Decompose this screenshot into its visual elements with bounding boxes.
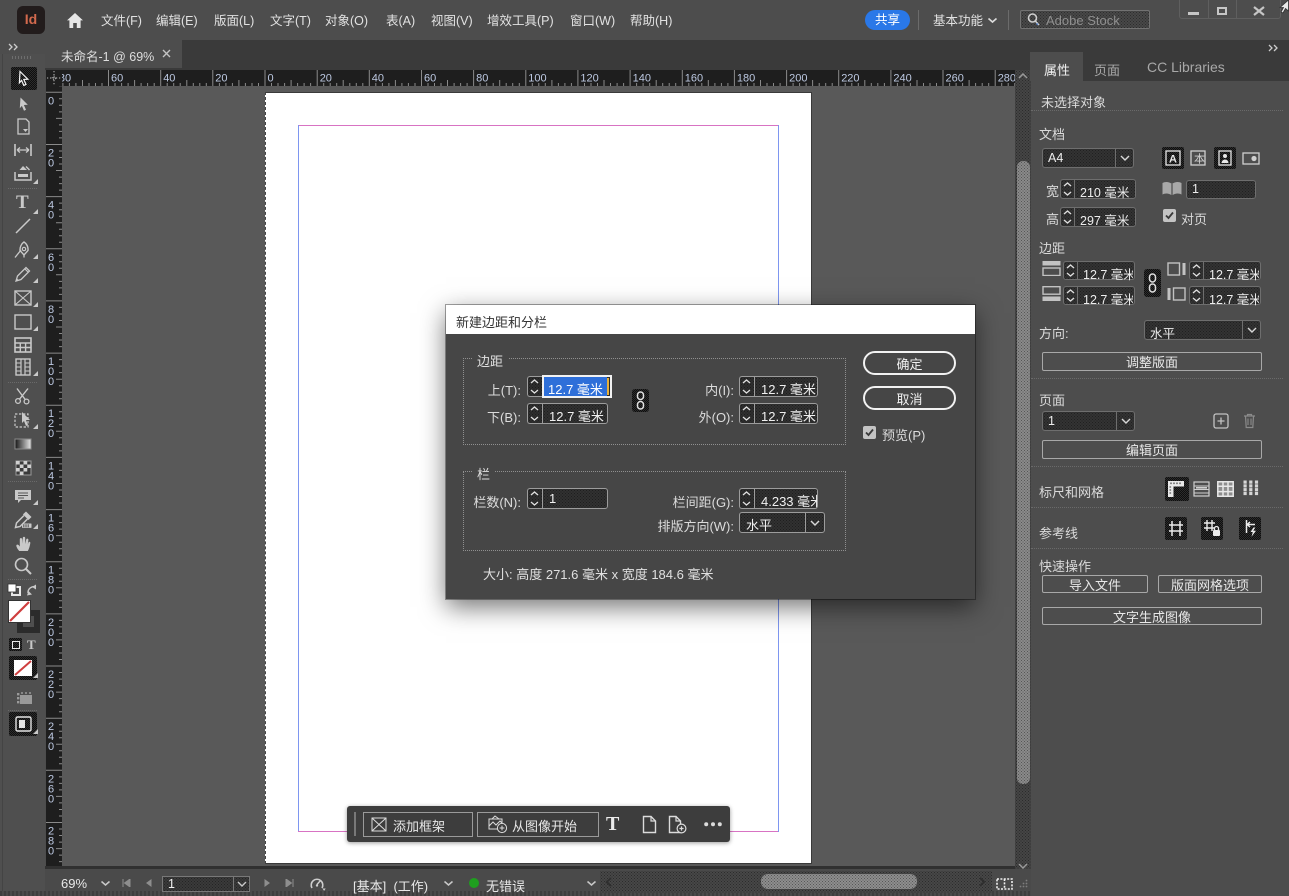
svg-text:0: 0 <box>48 262 54 274</box>
svg-text:60: 60 <box>111 73 123 85</box>
svg-text:40: 40 <box>372 73 384 85</box>
svg-text:0: 0 <box>48 480 54 492</box>
svg-text:0: 0 <box>48 158 54 170</box>
svg-text:60: 60 <box>424 73 436 85</box>
svg-text:160: 160 <box>685 73 703 85</box>
svg-text:20: 20 <box>215 73 227 85</box>
svg-text:0: 0 <box>48 533 54 545</box>
svg-text:本: 本 <box>1194 152 1205 166</box>
svg-text:200: 200 <box>789 73 807 85</box>
svg-text:80: 80 <box>62 73 71 85</box>
svg-text:0: 0 <box>48 689 54 701</box>
svg-text:100: 100 <box>528 73 546 85</box>
svg-text:0: 0 <box>48 741 54 753</box>
svg-text:140: 140 <box>633 73 651 85</box>
svg-text:A: A <box>1169 154 1177 166</box>
svg-text:40: 40 <box>163 73 175 85</box>
svg-text:0: 0 <box>48 637 54 649</box>
svg-text:120: 120 <box>580 73 598 85</box>
svg-text:0: 0 <box>48 95 54 107</box>
svg-text:0: 0 <box>48 210 54 222</box>
svg-text:280: 280 <box>998 73 1015 85</box>
svg-text:0: 0 <box>48 585 54 597</box>
svg-text:20: 20 <box>320 73 332 85</box>
svg-text:180: 180 <box>737 73 755 85</box>
svg-text:220: 220 <box>841 73 859 85</box>
svg-text:0: 0 <box>48 314 54 326</box>
svg-text:0: 0 <box>48 846 54 858</box>
svg-text:80: 80 <box>476 73 488 85</box>
svg-text:240: 240 <box>893 73 911 85</box>
svg-text:0: 0 <box>48 428 54 440</box>
svg-text:0: 0 <box>48 376 54 388</box>
svg-text:260: 260 <box>946 73 964 85</box>
svg-text:0: 0 <box>48 793 54 805</box>
svg-text:T: T <box>16 192 29 212</box>
svg-text:0: 0 <box>268 73 274 85</box>
